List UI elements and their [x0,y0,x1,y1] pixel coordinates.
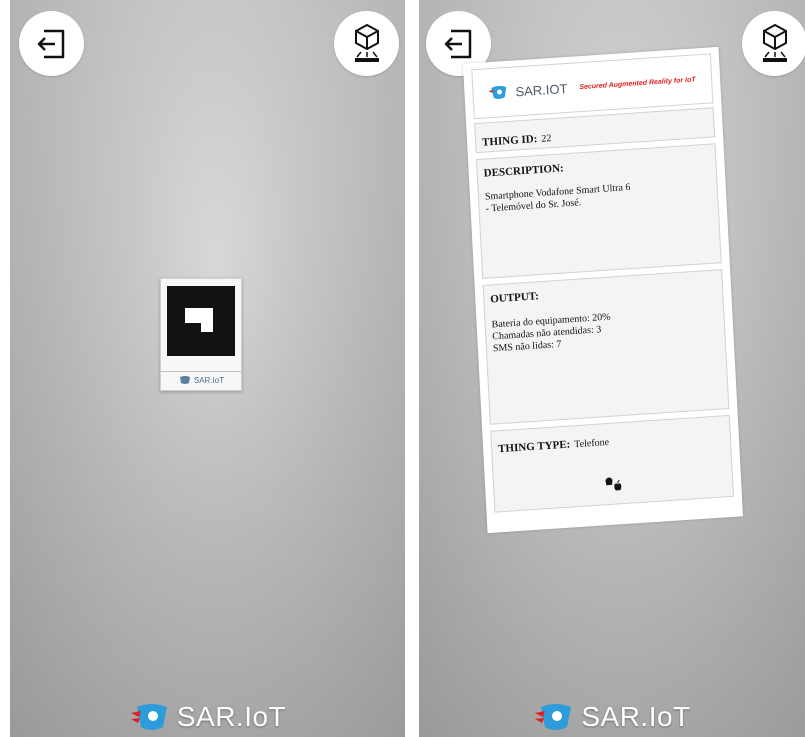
ar-marker-pattern [167,286,235,356]
thing-type-label: THING TYPE: [497,438,571,456]
marker-brand-label: SAR.IoT [161,371,241,388]
marker-cell [201,308,213,332]
3d-model-button[interactable] [742,11,805,76]
ar-info-page: SAR.IOT Secured Augmented Reality for Io… [462,46,744,534]
sar-iot-logo-icon [535,704,572,730]
exit-icon [444,29,471,58]
3d-model-icon [762,23,787,62]
exit-button[interactable] [19,11,84,76]
ar-header-brand: SAR.IOT [515,80,568,99]
sar-iot-logo-icon [130,704,167,730]
marker-cell [185,308,201,323]
3d-model-icon [354,23,379,62]
brand-footer: SAR.IoT [419,699,805,735]
marker-brand-text: SAR.IoT [193,375,225,385]
description-section: DESCRIPTION: Smartphone Vodafone Smart U… [475,143,722,279]
ar-marker-card: SAR.IoT [160,278,242,391]
output-section: OUTPUT: Bateria do equipamento: 20% Cham… [482,269,730,425]
thing-type-icon-wrap [494,468,732,500]
3d-model-button[interactable] [334,11,399,76]
description-label: DESCRIPTION: [483,162,564,180]
thing-id-label: THING ID: [481,133,538,149]
camera-view-marker: SAR.IoT SAR.IoT [10,0,405,737]
sar-iot-logo-icon [179,376,190,384]
camera-view-ar: SAR.IOT Secured Augmented Reality for Io… [419,0,805,737]
thing-type-section: THING TYPE: Telefone [490,414,735,513]
ar-header-tagline: Secured Augmented Reality for IoT [579,75,696,91]
ar-info-overlay: SAR.IOT Secured Augmented Reality for Io… [462,46,744,534]
brand-name: SAR.IoT [581,701,691,732]
thing-id-value: 22 [541,133,552,145]
sar-iot-logo-icon [488,85,507,99]
brand-name: SAR.IoT [176,701,287,732]
brand-footer: SAR.IoT [10,699,405,735]
output-label: OUTPUT: [490,290,540,306]
thing-type-value: Telefone [574,436,610,451]
android-apple-icon [605,477,622,491]
exit-icon [37,29,64,58]
